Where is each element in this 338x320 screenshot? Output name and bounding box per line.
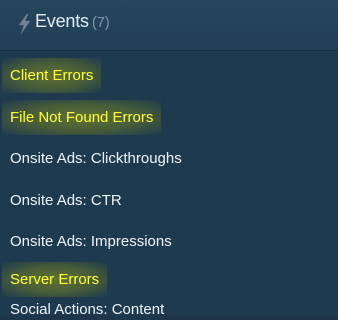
events-header[interactable]: Events (7) (0, 0, 338, 51)
event-item-label: File Not Found Errors (10, 109, 154, 126)
event-item-label: Social Actions: Content (10, 301, 165, 318)
events-title: Events (7) (35, 11, 110, 32)
event-item-label: Server Errors (10, 271, 100, 288)
lightning-bolt-icon (18, 13, 31, 35)
event-item-onsite-ads-ctr[interactable]: Onsite Ads: CTR (10, 191, 122, 211)
events-panel: Events (7) Client Errors File Not Found E… (0, 0, 338, 318)
event-item-label: Client Errors (10, 67, 94, 84)
event-item-file-not-found-errors[interactable]: File Not Found Errors (2, 100, 162, 135)
event-item-label: Onsite Ads: CTR (10, 192, 122, 209)
event-item-onsite-ads-clickthroughs[interactable]: Onsite Ads: Clickthroughs (10, 149, 182, 169)
event-item-label: Onsite Ads: Impressions (10, 233, 172, 250)
events-count: (7) (91, 14, 110, 31)
event-item-onsite-ads-impressions[interactable]: Onsite Ads: Impressions (10, 232, 172, 252)
events-title-text: Events (35, 11, 89, 31)
event-item-client-errors[interactable]: Client Errors (2, 58, 102, 93)
event-item-label: Onsite Ads: Clickthroughs (10, 150, 182, 167)
event-item-server-errors[interactable]: Server Errors (2, 262, 108, 297)
event-item-social-actions-content[interactable]: Social Actions: Content (10, 300, 164, 320)
